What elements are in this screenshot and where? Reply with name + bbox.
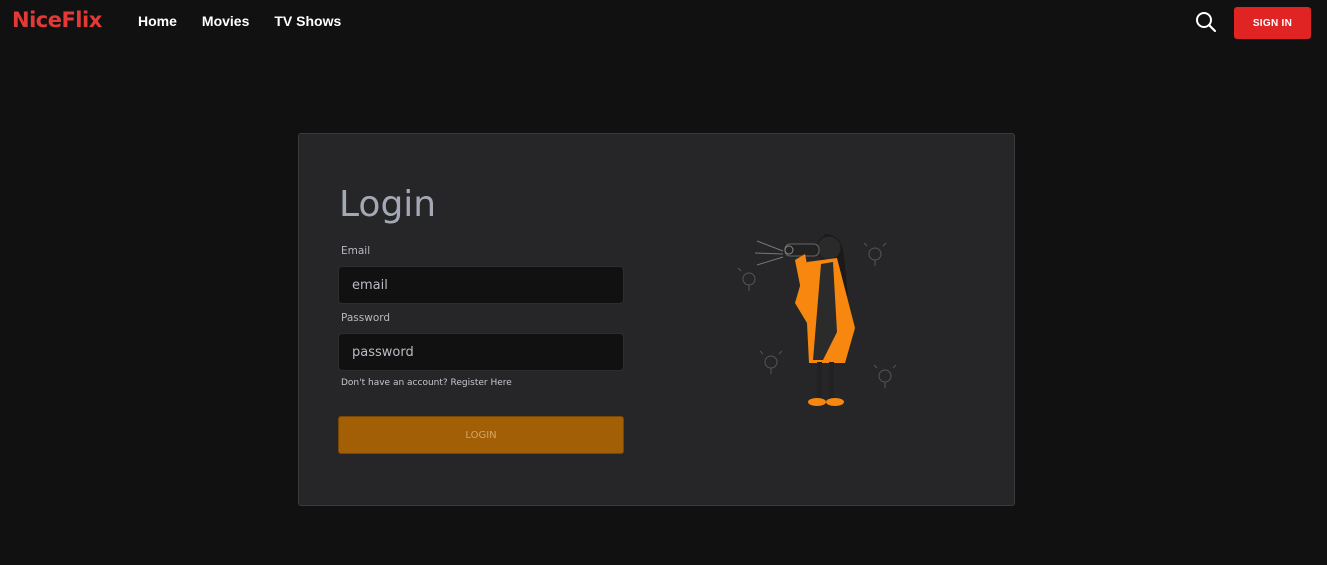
register-text: Don't have an account? — [341, 378, 451, 388]
search-icon[interactable] — [1194, 10, 1218, 34]
register-link[interactable]: Register Here — [451, 378, 512, 388]
niceflix-logo[interactable]: NiceFlix — [12, 8, 102, 32]
register-prompt: Don't have an account? Register Here — [341, 378, 512, 388]
top-navbar: NiceFlix Home Movies TV Shows SIGN IN — [0, 0, 1327, 46]
login-card: Login Email Password Don't have an accou… — [298, 133, 1015, 506]
email-label: Email — [341, 245, 371, 257]
main-nav: Home Movies TV Shows — [138, 13, 341, 29]
login-button[interactable]: LOGIN — [338, 416, 624, 454]
nav-tv-shows[interactable]: TV Shows — [274, 13, 341, 29]
nav-movies[interactable]: Movies — [202, 13, 249, 29]
page-title: Login — [339, 184, 437, 225]
email-field[interactable] — [338, 266, 624, 304]
nav-home[interactable]: Home — [138, 13, 177, 29]
password-field[interactable] — [338, 333, 624, 371]
password-label: Password — [341, 312, 391, 324]
person-with-binoculars-illustration — [729, 224, 909, 414]
sign-in-button[interactable]: SIGN IN — [1234, 7, 1311, 39]
